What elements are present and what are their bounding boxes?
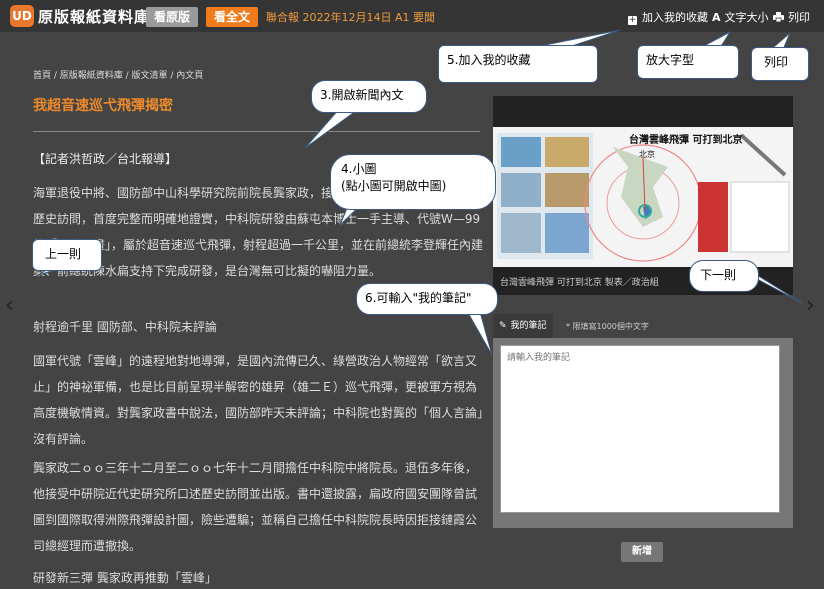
callout-thumbnail-line2: (點小圖可開啟中圖)	[341, 179, 447, 193]
callout-next-article: 下一則	[689, 260, 759, 292]
callout-print: 列印	[751, 47, 809, 81]
callout-add-favorite: 5.加入我的收藏	[438, 45, 598, 83]
callout-open-article: 3.開啟新聞內文	[311, 80, 427, 113]
callout-prev-article: 上一則	[32, 239, 102, 271]
callout-thumbnail-line1: 4.小圖	[341, 162, 377, 176]
callout-notes: 6.可輸入"我的筆記"	[356, 283, 498, 315]
callout-thumbnail: 4.小圖 (點小圖可開啟中圖)	[330, 154, 496, 210]
callout-font-size: 放大字型	[637, 45, 739, 79]
